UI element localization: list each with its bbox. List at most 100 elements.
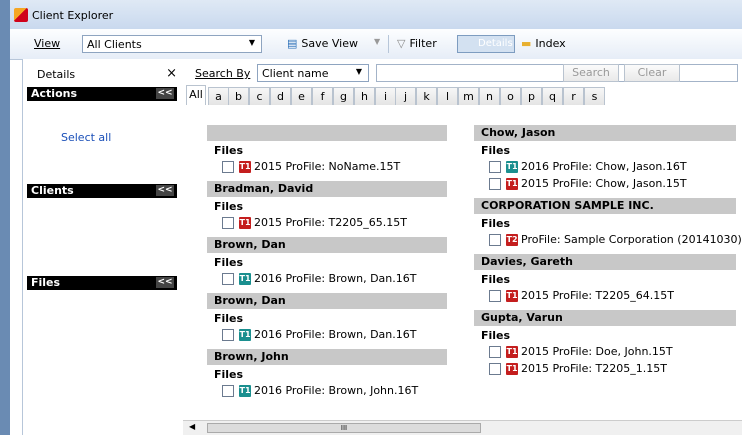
file-checkbox[interactable] [489,362,501,375]
tab-q[interactable]: q [542,87,563,105]
details-toggle-button[interactable]: Details [457,35,515,53]
file-row[interactable]: T1 2015 ProFile: T2205_64.15T [489,289,674,302]
search-input[interactable] [376,64,738,82]
tab-all[interactable]: All [186,85,206,105]
collapse-icon[interactable]: << [156,185,174,196]
files-label: Files [214,256,244,269]
collapse-icon[interactable]: << [156,277,174,288]
file-checkbox[interactable] [489,160,501,173]
index-button[interactable]: ▬ Index [521,37,566,50]
search-button[interactable]: Search [563,64,619,82]
horizontal-scrollbar[interactable]: ◀ III [183,420,742,435]
tab-l[interactable]: l [437,87,458,105]
corp-profile-icon: T2 [506,233,518,246]
tab-h[interactable]: h [354,87,375,105]
file-checkbox[interactable] [222,384,234,397]
select-all-link[interactable]: Select all [61,131,111,144]
tab-g[interactable]: g [333,87,354,105]
tab-s[interactable]: s [584,87,605,105]
tab-r[interactable]: r [563,87,584,105]
tab-k[interactable]: k [416,87,437,105]
file-label: 2015 ProFile: NoName.15T [254,160,401,173]
file-checkbox[interactable] [489,345,501,358]
tab-b[interactable]: b [228,87,249,105]
tab-o[interactable]: o [500,87,521,105]
file-checkbox[interactable] [489,177,501,190]
files-label: Files [214,368,244,381]
file-checkbox[interactable] [489,233,501,246]
tab-i[interactable]: i [375,87,396,105]
index-label: Index [535,37,566,50]
2016-profile-icon: T1 [239,384,251,397]
2015-profile-icon: T1 [506,177,518,190]
details-label: Details [478,38,513,49]
client-group-header[interactable]: Chow, Jason [474,125,736,141]
file-row[interactable]: T1 2016 ProFile: Brown, Dan.16T [222,272,416,285]
2015-profile-icon: T1 [506,345,518,358]
file-row[interactable]: T1 2015 ProFile: NoName.15T [222,160,400,173]
client-group-header[interactable]: Brown, John [207,349,447,365]
search-field-combo[interactable]: Client name ▼ [257,64,369,82]
file-row[interactable]: T1 2016 ProFile: Brown, John.16T [222,384,418,397]
tab-c[interactable]: c [249,87,270,105]
save-view-dropdown[interactable]: ▼ [374,37,380,46]
files-section-header[interactable]: Files << [27,276,177,290]
client-group-header[interactable] [207,125,447,141]
file-row[interactable]: T1 2016 ProFile: Brown, Dan.16T [222,328,416,341]
search-field-value: Client name [262,67,329,80]
view-menu-label: View [34,37,61,50]
clients-section-header[interactable]: Clients << [27,184,177,198]
files-section-label: Files [31,276,61,289]
file-row[interactable]: T2 ProFile: Sample Corporation (20141030)… [489,233,742,246]
scroll-left-arrow-icon[interactable]: ◀ [189,422,195,431]
save-view-button[interactable]: ▤ Save View [287,37,358,50]
file-checkbox[interactable] [222,328,234,341]
tab-n[interactable]: n [479,87,500,105]
clear-button[interactable]: Clear [624,64,680,82]
tab-f[interactable]: f [312,87,333,105]
view-combo[interactable]: All Clients ▼ [82,35,262,53]
details-panel-title: Details [37,68,76,81]
view-combo-value: All Clients [87,38,142,51]
close-icon[interactable]: × [166,66,177,81]
tab-m[interactable]: m [458,87,479,105]
file-row[interactable]: T1 2015 ProFile: T2205_1.15T [489,362,667,375]
client-group-header[interactable]: Bradman, David [207,181,447,197]
file-row[interactable]: T1 2015 ProFile: Chow, Jason.15T [489,177,687,190]
files-label: Files [214,312,244,325]
filter-button[interactable]: ▽ Filter [397,37,437,50]
2015-profile-icon: T1 [239,160,251,173]
file-checkbox[interactable] [222,216,234,229]
actions-section-label: Actions [31,87,77,100]
tab-e[interactable]: e [291,87,312,105]
files-label: Files [214,144,244,157]
file-row[interactable]: T1 2015 ProFile: T2205_65.15T [222,216,407,229]
search-bar: Search By Client name ▼ Search Clear [183,59,742,85]
files-label: Files [481,273,511,286]
window-left-edge [0,0,10,435]
tab-p[interactable]: p [521,87,542,105]
client-group-header[interactable]: Brown, Dan [207,293,447,309]
file-checkbox[interactable] [222,160,234,173]
view-menu[interactable]: View [34,37,60,50]
file-checkbox[interactable] [222,272,234,285]
tab-a[interactable]: a [208,87,229,105]
client-group-header[interactable]: Brown, Dan [207,237,447,253]
client-group-header[interactable]: Davies, Gareth [474,254,736,270]
file-label: 2016 ProFile: Brown, John.16T [254,384,419,397]
search-by-label: Search By [195,67,250,80]
client-group-header[interactable]: CORPORATION SAMPLE INC. [474,198,736,214]
tab-j[interactable]: j [395,87,416,105]
actions-section-header[interactable]: Actions << [27,87,177,101]
collapse-icon[interactable]: << [156,88,174,99]
scrollbar-thumb[interactable]: III [207,423,481,433]
details-panel-header: Details × [23,59,183,83]
tab-d[interactable]: d [270,87,291,105]
2016-profile-icon: T1 [239,328,251,341]
search-by-text: Search By [195,67,251,80]
client-group-header[interactable]: Gupta, Varun [474,310,736,326]
file-row[interactable]: T1 2015 ProFile: Doe, John.15T [489,345,673,358]
file-row[interactable]: T1 2016 ProFile: Chow, Jason.16T [489,160,687,173]
details-panel: Details × Actions << Select all Clients … [22,59,184,435]
file-checkbox[interactable] [489,289,501,302]
